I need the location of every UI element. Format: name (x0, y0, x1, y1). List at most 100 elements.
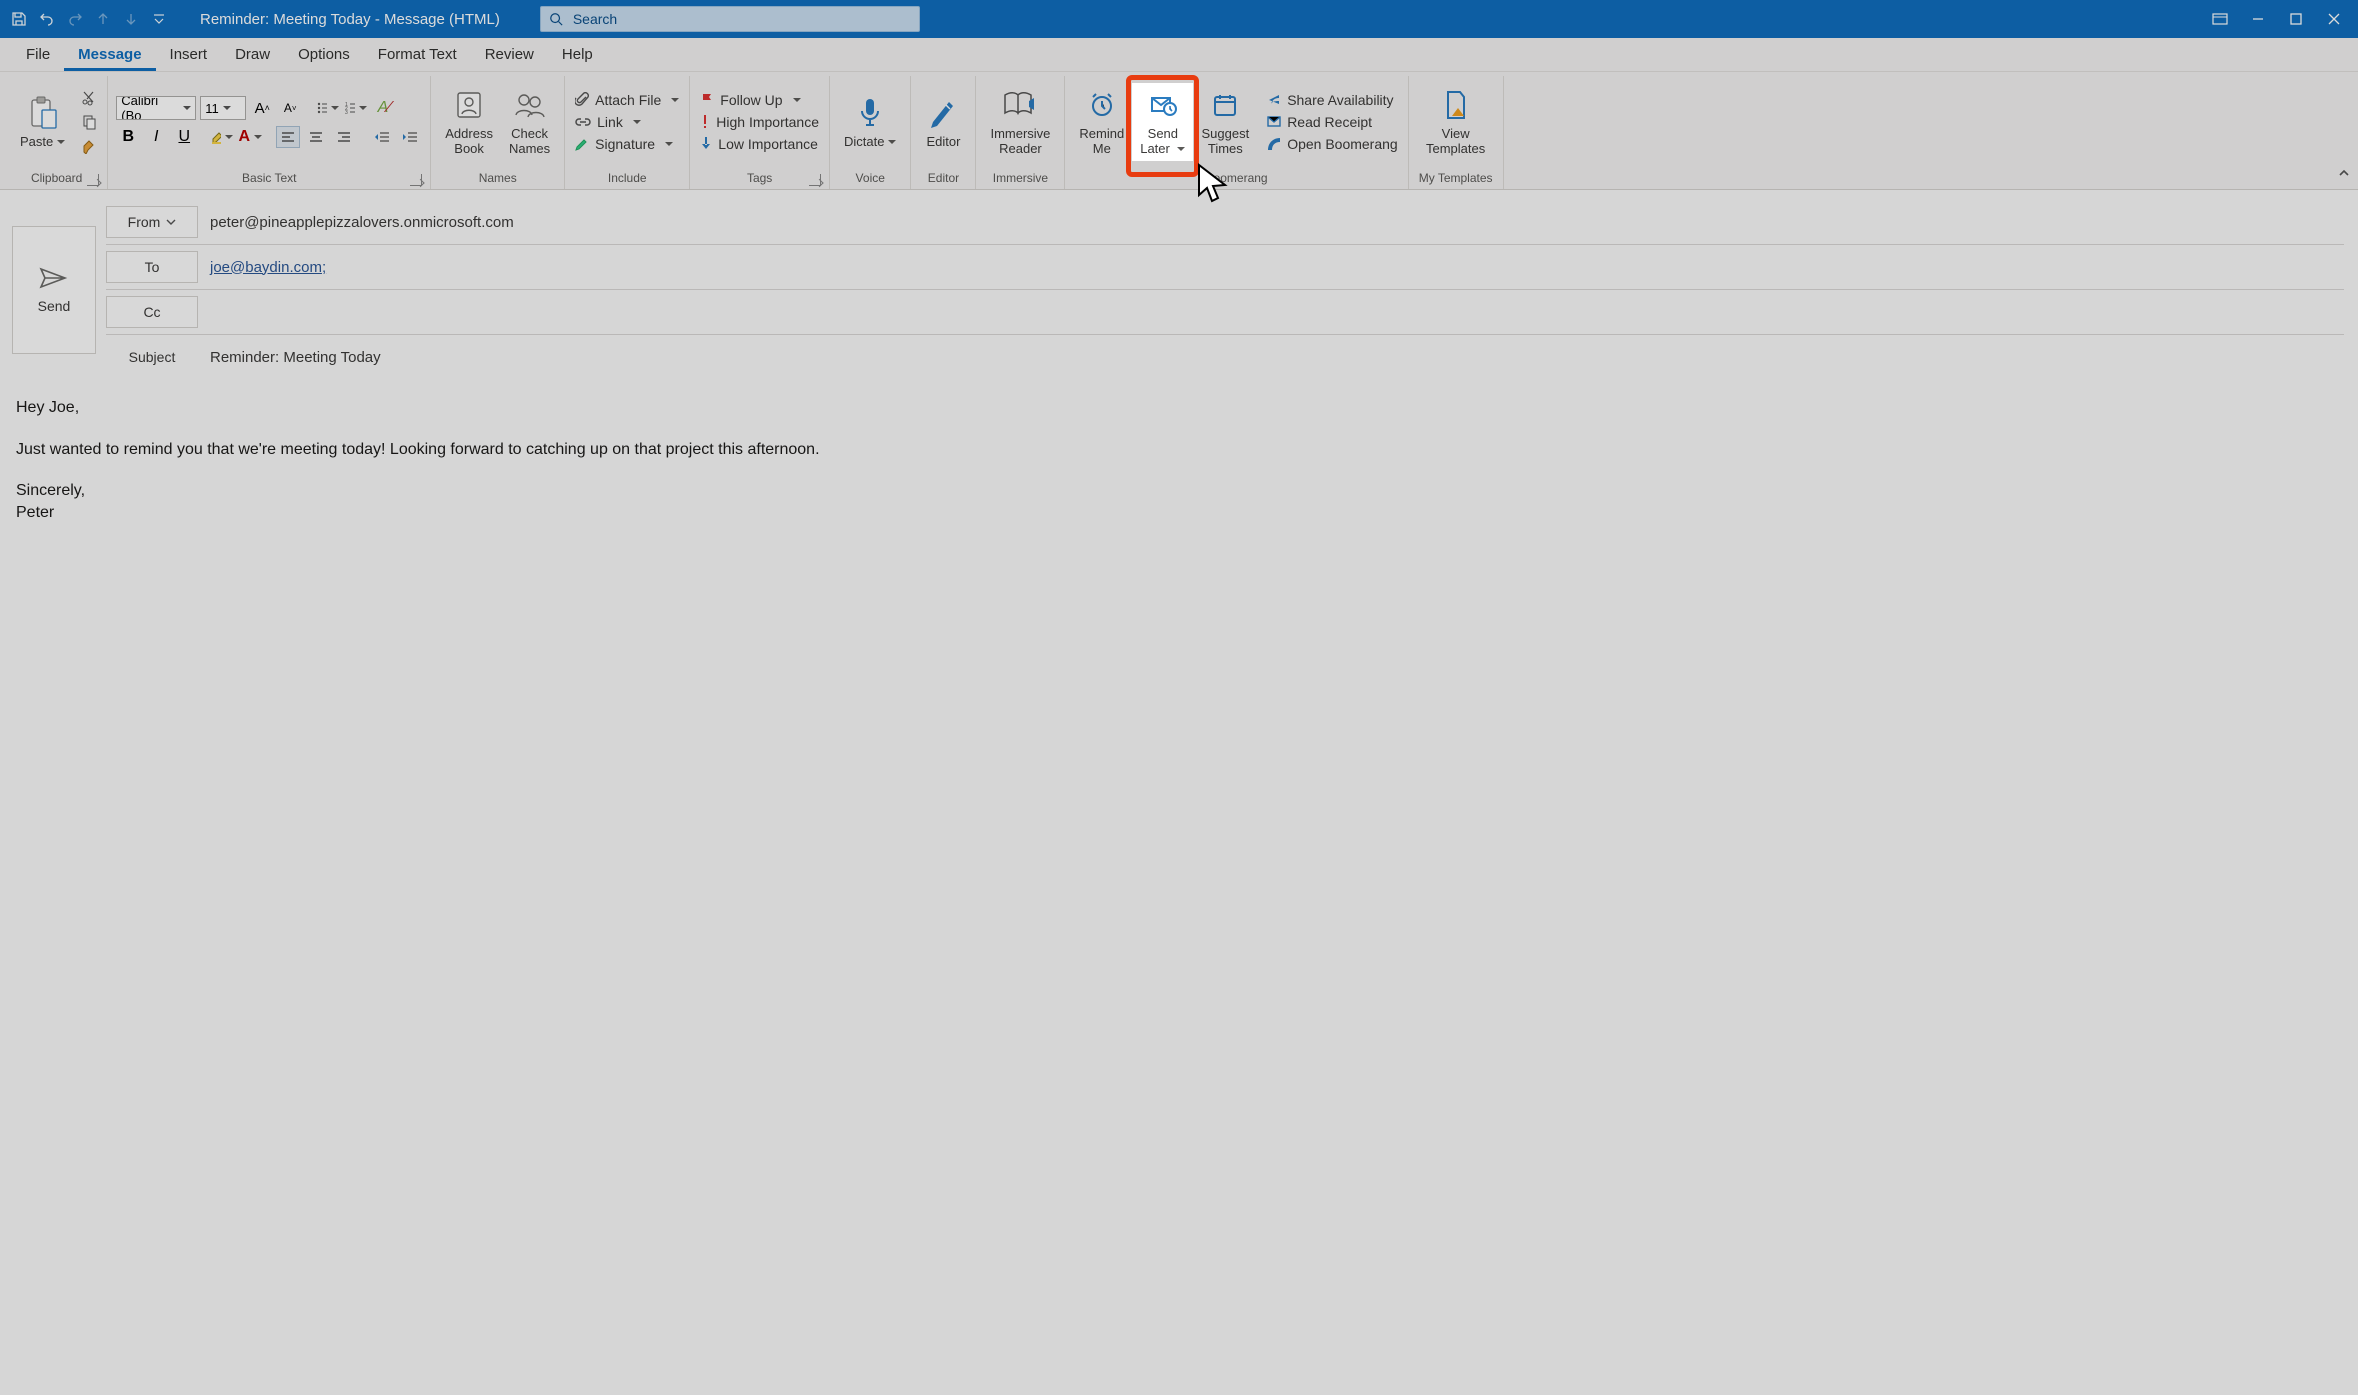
body-line: Sincerely, (16, 480, 2340, 502)
tab-insert[interactable]: Insert (156, 38, 222, 71)
align-right-icon[interactable] (332, 126, 356, 148)
bold-icon[interactable]: B (116, 126, 140, 148)
window-buttons (2202, 5, 2352, 33)
subject-row: Subject Reminder: Meeting Today (106, 335, 2344, 379)
close-icon[interactable] (2316, 5, 2352, 33)
follow-up-button[interactable]: Follow Up (696, 90, 823, 110)
group-basic-text: Calibri (Bo 11 A˄ A˅ 123 A⁄ B I U A (108, 76, 431, 189)
group-label-clipboard: Clipboard (12, 168, 101, 189)
immersive-reader-button[interactable]: Immersive Reader (982, 83, 1058, 161)
body-line: Just wanted to remind you that we're mee… (16, 439, 2340, 461)
undo-icon[interactable] (34, 6, 60, 32)
cc-row: Cc (106, 290, 2344, 335)
group-include: Attach File Link Signature Include (565, 76, 690, 189)
group-tags: Follow Up High Importance Low Importance… (690, 76, 830, 189)
high-importance-icon (700, 115, 710, 129)
body-line: Peter (16, 502, 2340, 524)
cc-button[interactable]: Cc (106, 296, 198, 328)
dictate-button[interactable]: Dictate (836, 91, 904, 154)
send-later-button[interactable]: Send Later (1132, 83, 1193, 161)
copy-icon[interactable] (77, 111, 101, 133)
book-speaker-icon (1003, 87, 1037, 123)
message-body[interactable]: Hey Joe, Just wanted to remind you that … (12, 379, 2344, 541)
tab-review[interactable]: Review (471, 38, 548, 71)
compose-area: Send From peter@pineapplepizzalovers.onm… (0, 190, 2358, 541)
from-button[interactable]: From (106, 206, 198, 238)
send-later-icon (1149, 87, 1177, 123)
tab-draw[interactable]: Draw (221, 38, 284, 71)
alarm-clock-icon (1089, 87, 1115, 123)
clear-formatting-icon[interactable]: A⁄ (372, 97, 396, 119)
subject-label: Subject (106, 349, 198, 365)
group-label-basic-text: Basic Text (114, 168, 424, 189)
link-button[interactable]: Link (571, 112, 683, 132)
grow-font-icon[interactable]: A˄ (250, 97, 274, 119)
search-placeholder: Search (573, 11, 617, 27)
ribbon-display-icon[interactable] (2202, 5, 2238, 33)
decrease-indent-icon[interactable] (370, 126, 394, 148)
group-templates: View Templates My Templates (1409, 76, 1504, 189)
tab-help[interactable]: Help (548, 38, 607, 71)
high-importance-button[interactable]: High Importance (696, 112, 823, 132)
increase-indent-icon[interactable] (398, 126, 422, 148)
bullets-icon[interactable] (316, 97, 340, 119)
redo-icon[interactable] (62, 6, 88, 32)
align-left-icon[interactable] (276, 126, 300, 148)
previous-icon[interactable] (90, 6, 116, 32)
shrink-font-icon[interactable]: A˅ (278, 97, 302, 119)
read-receipt-button[interactable]: Read Receipt (1263, 112, 1402, 132)
address-book-button[interactable]: Address Book (437, 83, 501, 161)
font-size-select[interactable]: 11 (200, 96, 246, 120)
from-value[interactable]: peter@pineapplepizzalovers.onmicrosoft.c… (210, 214, 514, 231)
basic-text-launcher-icon[interactable] (410, 174, 422, 186)
tab-options[interactable]: Options (284, 38, 364, 71)
suggest-times-button[interactable]: Suggest Times (1193, 83, 1257, 161)
subject-value[interactable]: Reminder: Meeting Today (210, 349, 381, 366)
minimize-icon[interactable] (2240, 5, 2276, 33)
search-box[interactable]: Search (540, 6, 920, 32)
link-icon (575, 116, 591, 128)
paste-icon (28, 95, 58, 131)
low-importance-button[interactable]: Low Importance (696, 134, 823, 154)
tags-launcher-icon[interactable] (809, 174, 821, 186)
maximize-icon[interactable] (2278, 5, 2314, 33)
flag-icon (700, 93, 714, 107)
microphone-icon (858, 95, 882, 131)
signature-button[interactable]: Signature (571, 134, 683, 154)
low-importance-icon (700, 137, 712, 151)
remind-me-button[interactable]: Remind Me (1071, 83, 1132, 161)
open-boomerang-button[interactable]: Open Boomerang (1263, 134, 1402, 154)
view-templates-button[interactable]: View Templates (1418, 83, 1493, 161)
tab-format-text[interactable]: Format Text (364, 38, 471, 71)
font-name-select[interactable]: Calibri (Bo (116, 96, 196, 120)
to-button[interactable]: To (106, 251, 198, 283)
tab-message[interactable]: Message (64, 38, 155, 71)
underline-icon[interactable]: U (172, 126, 196, 148)
paste-button[interactable]: Paste (12, 91, 73, 154)
format-painter-icon[interactable] (77, 135, 101, 157)
check-names-button[interactable]: Check Names (501, 83, 558, 161)
numbering-icon[interactable]: 123 (344, 97, 368, 119)
save-icon[interactable] (6, 6, 32, 32)
tab-file[interactable]: File (12, 38, 64, 71)
calendar-icon (1212, 87, 1238, 123)
quick-access-toolbar (6, 6, 172, 32)
to-value[interactable]: joe@baydin.com; (210, 259, 326, 276)
group-label-tags: Tags (696, 168, 823, 189)
editor-button[interactable]: Editor (917, 91, 969, 154)
italic-icon[interactable]: I (144, 126, 168, 148)
group-clipboard: Paste Clipboard (6, 76, 108, 189)
group-label-immersive: Immersive (982, 168, 1058, 189)
customize-qat-icon[interactable] (146, 6, 172, 32)
clipboard-launcher-icon[interactable] (87, 174, 99, 186)
attach-file-button[interactable]: Attach File (571, 90, 683, 110)
collapse-ribbon-icon[interactable] (2338, 165, 2350, 183)
font-color-icon[interactable]: A (238, 126, 262, 148)
align-center-icon[interactable] (304, 126, 328, 148)
share-availability-button[interactable]: Share Availability (1263, 90, 1402, 110)
send-button[interactable]: Send (12, 226, 96, 354)
highlight-icon[interactable] (210, 126, 234, 148)
next-icon[interactable] (118, 6, 144, 32)
check-names-icon (514, 87, 546, 123)
cut-icon[interactable] (77, 87, 101, 109)
